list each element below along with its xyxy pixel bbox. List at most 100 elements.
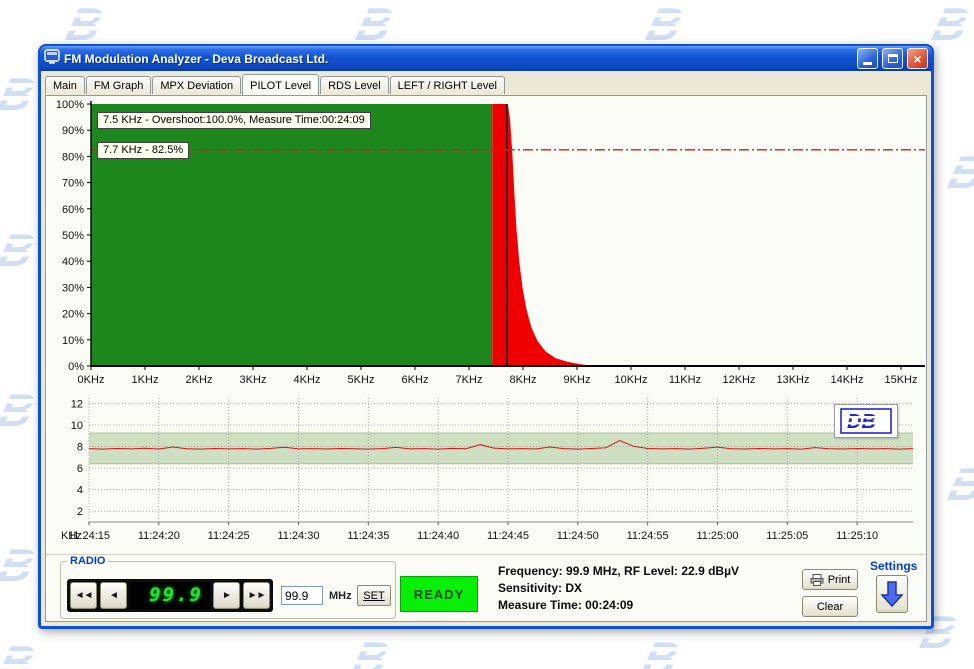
overshoot-annotation: 7.5 KHz - Overshoot:100.0%, Measure Time… (97, 112, 371, 129)
svg-text:40%: 40% (62, 256, 84, 268)
svg-text:2: 2 (77, 506, 83, 518)
set-button[interactable]: SET (357, 585, 391, 606)
measure-time-line: Measure Time: 00:24:09 (498, 597, 739, 614)
brand-logo-watermark-icon: B (0, 70, 42, 121)
svg-text:11:24:25: 11:24:25 (208, 530, 250, 542)
svg-text:50%: 50% (62, 230, 84, 242)
svg-text:9KHz: 9KHz (564, 374, 591, 386)
svg-text:B: B (0, 541, 40, 587)
svg-text:20%: 20% (62, 309, 84, 321)
svg-text:4KHz: 4KHz (294, 374, 321, 386)
tune-down-button[interactable]: ◄ (100, 582, 127, 609)
tab-bar: MainFM GraphMPX DeviationPILOT LevelRDS … (43, 72, 929, 94)
svg-text:B: B (638, 634, 684, 669)
app-icon (44, 49, 60, 69)
brand-logo-watermark-icon: B (0, 386, 42, 437)
svg-text:B: B (0, 226, 40, 272)
window-title: FM Modulation Analyzer - Deva Broadcast … (64, 52, 853, 66)
svg-text:11:24:45: 11:24:45 (487, 530, 529, 542)
settings-button[interactable] (876, 575, 908, 613)
svg-text:80%: 80% (62, 151, 84, 163)
marker-annotation: 7.7 KHz - 82.5% (97, 142, 189, 159)
sensitivity-line: Sensitivity: DX (498, 580, 739, 597)
brand-logo-watermark-icon: B (934, 148, 974, 199)
svg-text:13KHz: 13KHz (776, 374, 809, 386)
tab-main[interactable]: Main (45, 76, 85, 94)
pilot-level-tab-page: 100%90%80%70%60%50%40%30%20%10%0%0KHz1KH… (45, 95, 927, 622)
svg-text:11:25:10: 11:25:10 (836, 530, 878, 542)
minimize-button[interactable] (857, 48, 878, 69)
brand-logo-watermark-icon: B (628, 634, 686, 669)
radio-group: RADIO ◄◄◄99.9►►► MHz SET (60, 555, 396, 619)
svg-text:11:24:30: 11:24:30 (277, 530, 319, 542)
brand-logo-watermark-icon: B (338, 634, 396, 669)
svg-text:8KHz: 8KHz (510, 374, 537, 386)
tune-up-button[interactable]: ► (213, 582, 240, 609)
tab-rds-level[interactable]: RDS Level (320, 76, 389, 94)
svg-text:11:24:35: 11:24:35 (347, 530, 389, 542)
mhz-label: MHz (329, 590, 352, 602)
svg-text:10%: 10% (62, 335, 84, 347)
pilot-history-chart: 1210864211:24:1511:24:2011:24:2511:24:30… (47, 392, 927, 550)
svg-text:B: B (928, 0, 974, 46)
pilot-spectrum-chart: 100%90%80%70%60%50%40%30%20%10%0%0KHz1KH… (47, 98, 927, 390)
svg-text:11:25:05: 11:25:05 (766, 530, 808, 542)
svg-text:90%: 90% (62, 125, 84, 137)
svg-text:2KHz: 2KHz (186, 374, 213, 386)
svg-text:B: B (642, 0, 688, 46)
close-icon: × (913, 52, 921, 66)
svg-text:10: 10 (71, 420, 83, 432)
tab-fm-graph[interactable]: FM Graph (86, 76, 152, 94)
brand-logo-watermark-icon: B (0, 638, 42, 669)
svg-text:B: B (944, 460, 974, 506)
svg-text:1KHz: 1KHz (132, 374, 159, 386)
svg-text:B: B (348, 634, 394, 669)
frequency-input[interactable] (281, 586, 323, 605)
svg-text:30%: 30% (62, 282, 84, 294)
tuner-panel: ◄◄◄99.9►►► (67, 579, 273, 612)
svg-text:11:24:55: 11:24:55 (627, 530, 669, 542)
window-body: MainFM GraphMPX DeviationPILOT LevelRDS … (43, 72, 929, 624)
printer-icon (810, 574, 824, 586)
print-button[interactable]: Print (802, 569, 858, 590)
svg-text:B: B (0, 638, 40, 669)
db-logo-icon: DB (840, 408, 892, 434)
svg-text:B: B (944, 148, 974, 194)
svg-text:12KHz: 12KHz (722, 374, 755, 386)
svg-text:11:25:00: 11:25:00 (696, 530, 738, 542)
svg-text:6KHz: 6KHz (402, 374, 429, 386)
maximize-button[interactable] (882, 48, 903, 69)
svg-text:11KHz: 11KHz (669, 374, 701, 386)
svg-text:60%: 60% (62, 204, 84, 216)
tab-mpx-deviation[interactable]: MPX Deviation (152, 76, 241, 94)
svg-text:4: 4 (77, 485, 83, 497)
frequency-display: 99.9 (130, 582, 210, 609)
tab-left-right-level[interactable]: LEFT / RIGHT Level (390, 76, 505, 94)
measurement-info: Frequency: 99.9 MHz, RF Level: 22.9 dBµV… (498, 563, 739, 614)
frequency-rf-line: Frequency: 99.9 MHz, RF Level: 22.9 dBµV (498, 563, 739, 580)
svg-text:12: 12 (71, 398, 83, 410)
tab-pilot-level[interactable]: PILOT Level (242, 74, 319, 95)
brand-logo-watermark-icon: B (0, 226, 42, 277)
brand-logo-watermark-icon: B (934, 460, 974, 511)
pilot-history-svg: 1210864211:24:1511:24:2011:24:2511:24:30… (47, 392, 927, 544)
tune-down-fast-button[interactable]: ◄◄ (70, 582, 97, 609)
radio-group-label: RADIO (67, 555, 108, 567)
close-button[interactable]: × (907, 48, 928, 69)
minimize-icon (863, 62, 872, 65)
svg-text:8: 8 (77, 442, 83, 454)
svg-text:15KHz: 15KHz (884, 374, 917, 386)
svg-text:11:24:40: 11:24:40 (417, 530, 459, 542)
svg-text:7KHz: 7KHz (456, 374, 483, 386)
svg-text:11:24:20: 11:24:20 (138, 530, 180, 542)
svg-text:10KHz: 10KHz (614, 374, 647, 386)
clear-button[interactable]: Clear (802, 596, 858, 617)
titlebar[interactable]: FM Modulation Analyzer - Deva Broadcast … (40, 46, 932, 71)
x-axis-ticks: 0KHz1KHz2KHz3KHz4KHz5KHz6KHz7KHz8KHz9KHz… (78, 366, 918, 386)
tune-up-fast-button[interactable]: ►► (243, 582, 270, 609)
svg-text:11:24:50: 11:24:50 (557, 530, 599, 542)
brand-logo-watermark-icon: B (0, 541, 42, 592)
control-panel: RADIO ◄◄◄99.9►►► MHz SET READY Frequency… (46, 554, 926, 622)
blue-down-arrow-icon (879, 579, 905, 609)
svg-text:0KHz: 0KHz (78, 374, 105, 386)
